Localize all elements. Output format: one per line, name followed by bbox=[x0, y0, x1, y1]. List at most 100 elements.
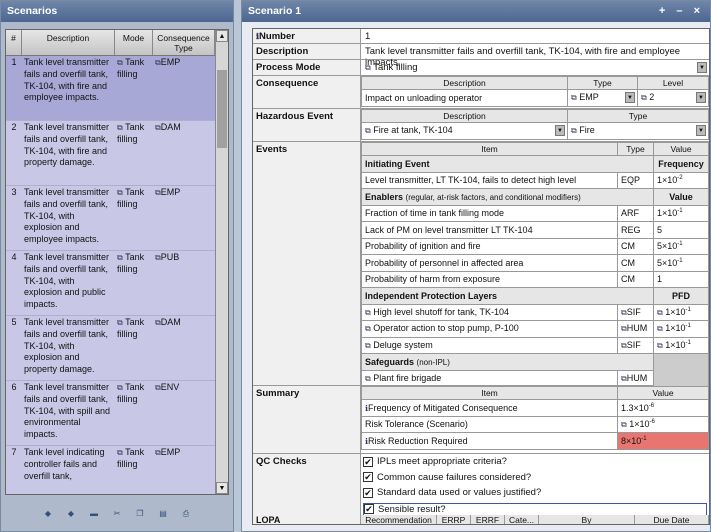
lopa-column-header[interactable]: By bbox=[539, 515, 635, 524]
cons-type-select[interactable]: ⧉ EMP ▼ bbox=[567, 89, 638, 107]
scroll-up-icon[interactable]: ▲ bbox=[216, 30, 228, 42]
scenario-row[interactable]: 3 Tank level transmitter fails and overf… bbox=[6, 186, 228, 251]
cut-icon[interactable]: ✂ bbox=[110, 507, 124, 520]
col-description[interactable]: Description bbox=[22, 30, 115, 55]
window-controls[interactable]: + – × bbox=[659, 1, 704, 22]
scenario-list-scrollbar[interactable]: ▲ ▼ bbox=[215, 30, 228, 494]
enabler-value[interactable]: 5×10-1 bbox=[653, 254, 709, 272]
cons-type-header: Type bbox=[567, 76, 638, 90]
events-label: Events bbox=[253, 142, 361, 385]
lopa-column-header[interactable]: Recommendation bbox=[361, 515, 437, 524]
scenario-row[interactable]: 2 Tank level transmitter fails and overf… bbox=[6, 121, 228, 186]
ipl-value[interactable]: ⧉ 1×10-1 bbox=[653, 303, 709, 321]
print-icon[interactable]: ⎙ bbox=[179, 507, 193, 520]
enabler-row[interactable]: Probability of ignition and fire CM 5×10-1 bbox=[361, 237, 709, 255]
scroll-down-icon[interactable]: ▼ bbox=[216, 482, 228, 494]
ipl-row[interactable]: ⧉ High level shutoff for tank, TK-104 ⧉SI… bbox=[361, 303, 709, 321]
enabler-row[interactable]: Probability of harm from exposure CM 1 bbox=[361, 270, 709, 288]
scenario-row[interactable]: 4 Tank level transmitter fails and overf… bbox=[6, 251, 228, 316]
enabler-item[interactable]: Probability of personnel in affected are… bbox=[361, 254, 618, 272]
description-field[interactable]: Tank level transmitter fails and overfil… bbox=[361, 44, 709, 68]
enabler-row[interactable]: Probability of personnel in affected are… bbox=[361, 254, 709, 272]
scenario-row[interactable]: 1 Tank level transmitter fails and overf… bbox=[6, 56, 228, 121]
number-field[interactable]: 1 bbox=[361, 29, 709, 43]
chevron-down-icon[interactable]: ▼ bbox=[555, 125, 565, 136]
scenario-detail-panel: Scenario 1 + – × ℹNumber 1 Description T… bbox=[241, 0, 711, 532]
checkbox[interactable]: ✔ bbox=[363, 487, 373, 498]
row-mode: ⧉ Tank filling bbox=[117, 382, 145, 404]
ipl-type[interactable]: ⧉SIF bbox=[617, 303, 654, 321]
move-up-icon[interactable]: ◆ bbox=[41, 507, 55, 520]
col-number[interactable]: # bbox=[6, 30, 22, 55]
enabler-item[interactable]: Fraction of time in tank filling mode bbox=[361, 204, 618, 222]
chevron-down-icon[interactable]: ▼ bbox=[696, 125, 706, 136]
scenario-row[interactable]: 6 Tank level transmitter fails and overf… bbox=[6, 381, 228, 446]
safeguard-item[interactable]: ⧉ Plant fire brigade bbox=[361, 369, 618, 387]
chevron-down-icon[interactable]: ▼ bbox=[696, 92, 706, 103]
summary-row: ℹRisk Reduction Required 8×10-1 bbox=[361, 432, 709, 450]
row-mode: ⧉ Tank filling bbox=[117, 317, 145, 339]
enabler-value[interactable]: 1×10-1 bbox=[653, 204, 709, 222]
ipl-item[interactable]: ⧉ Deluge system bbox=[361, 336, 618, 354]
paste-icon[interactable]: ▤ bbox=[156, 507, 170, 520]
haz-description-select[interactable]: ⧉ Fire at tank, TK-104 ▼ bbox=[361, 122, 568, 140]
enabler-row[interactable]: Fraction of time in tank filling mode ARF… bbox=[361, 204, 709, 222]
qc-check-item[interactable]: ✔ Standard data used or values justified? bbox=[363, 487, 541, 498]
enabler-item[interactable]: Probability of ignition and fire bbox=[361, 237, 618, 255]
haz-type-select[interactable]: ⧉ Fire ▼ bbox=[567, 122, 709, 140]
enabler-item[interactable]: Probability of harm from exposure bbox=[361, 270, 618, 288]
col-mode[interactable]: Mode bbox=[115, 30, 153, 55]
summary-value: 8×10-1 bbox=[617, 432, 709, 450]
number-label: ℹNumber bbox=[253, 29, 361, 43]
lopa-column-header[interactable]: ERRF bbox=[471, 515, 505, 524]
enabler-item[interactable]: Lack of PM on level transmitter LT TK-10… bbox=[361, 221, 618, 239]
safeguard-type[interactable]: ⧉HUM bbox=[617, 369, 654, 387]
row-type: ⧉DAM bbox=[155, 317, 181, 327]
qc-check-item[interactable]: ✔ Sensible result? bbox=[363, 502, 707, 516]
lopa-column-header[interactable]: Cate... bbox=[505, 515, 539, 524]
scenario-list[interactable]: # Description Mode Consequence Type 1 Ta… bbox=[5, 29, 229, 495]
ipl-row[interactable]: ⧉ Operator action to stop pump, P-100 ⧉HU… bbox=[361, 320, 709, 338]
ipl-type[interactable]: ⧉HUM bbox=[617, 320, 654, 338]
qc-check-item[interactable]: ✔ IPLs meet appropriate criteria? bbox=[363, 456, 507, 467]
scenario-row[interactable]: 7 Tank level indicating controller fails… bbox=[6, 446, 228, 494]
scroll-thumb[interactable] bbox=[217, 70, 227, 148]
col-consequence-type[interactable]: Consequence Type bbox=[153, 30, 215, 55]
ipl-value[interactable]: ⧉ 1×10-1 bbox=[653, 320, 709, 338]
enabler-type: CM bbox=[617, 270, 654, 288]
ipl-value[interactable]: ⧉ 1×10-1 bbox=[653, 336, 709, 354]
ipl-type[interactable]: ⧉SIF bbox=[617, 336, 654, 354]
delete-icon[interactable]: ▬ bbox=[87, 507, 101, 520]
enabler-value[interactable]: 5×10-1 bbox=[653, 237, 709, 255]
row-description: Tank level indicating controller fails a… bbox=[24, 447, 105, 481]
scenario-row[interactable]: 5 Tank level transmitter fails and overf… bbox=[6, 316, 228, 381]
ipl-item[interactable]: ⧉ High level shutoff for tank, TK-104 bbox=[361, 303, 618, 321]
lopa-column-header[interactable]: ERRP bbox=[437, 515, 471, 524]
link-icon: ⧉ bbox=[117, 383, 123, 392]
cons-level-select[interactable]: ⧉ 2 ▼ bbox=[637, 89, 709, 107]
ipl-row[interactable]: ⧉ Deluge system ⧉SIF ⧉ 1×10-1 bbox=[361, 336, 709, 354]
enabler-value[interactable]: 5 bbox=[653, 221, 709, 239]
summary-label: Summary bbox=[253, 386, 361, 453]
checkbox[interactable]: ✔ bbox=[364, 504, 374, 514]
ipl-item[interactable]: ⧉ Operator action to stop pump, P-100 bbox=[361, 320, 618, 338]
checkbox[interactable]: ✔ bbox=[363, 472, 373, 482]
chevron-down-icon[interactable]: ▼ bbox=[697, 62, 707, 73]
enabler-value[interactable]: 1 bbox=[653, 270, 709, 288]
chevron-down-icon[interactable]: ▼ bbox=[625, 92, 635, 103]
checkbox[interactable]: ✔ bbox=[363, 456, 373, 467]
cons-description[interactable]: Impact on unloading operator bbox=[361, 89, 568, 107]
copy-icon[interactable]: ❐ bbox=[133, 507, 147, 520]
move-down-icon[interactable]: ◆ bbox=[64, 507, 78, 520]
enabler-row[interactable]: Lack of PM on level transmitter LT TK-10… bbox=[361, 221, 709, 239]
qc-check-item[interactable]: ✔ Common cause failures considered? bbox=[363, 472, 531, 483]
row-type: ⧉EMP bbox=[155, 57, 181, 67]
scenarios-title: Scenarios bbox=[1, 1, 233, 22]
initiating-item[interactable]: Level transmitter, LT TK-104, fails to d… bbox=[361, 171, 618, 189]
frequency-heading: Frequency bbox=[653, 155, 709, 173]
summary-table: Item Value ℹFrequency of Mitigated Conseq… bbox=[361, 386, 709, 450]
events-table: Item Type Value Initiating Event Frequency … bbox=[361, 142, 709, 387]
process-mode-select[interactable]: ⧉ Tank filling ▼ bbox=[361, 60, 709, 75]
lopa-column-header[interactable]: Due Date bbox=[635, 515, 709, 524]
initiating-value[interactable]: 1×10-2 bbox=[653, 171, 709, 189]
